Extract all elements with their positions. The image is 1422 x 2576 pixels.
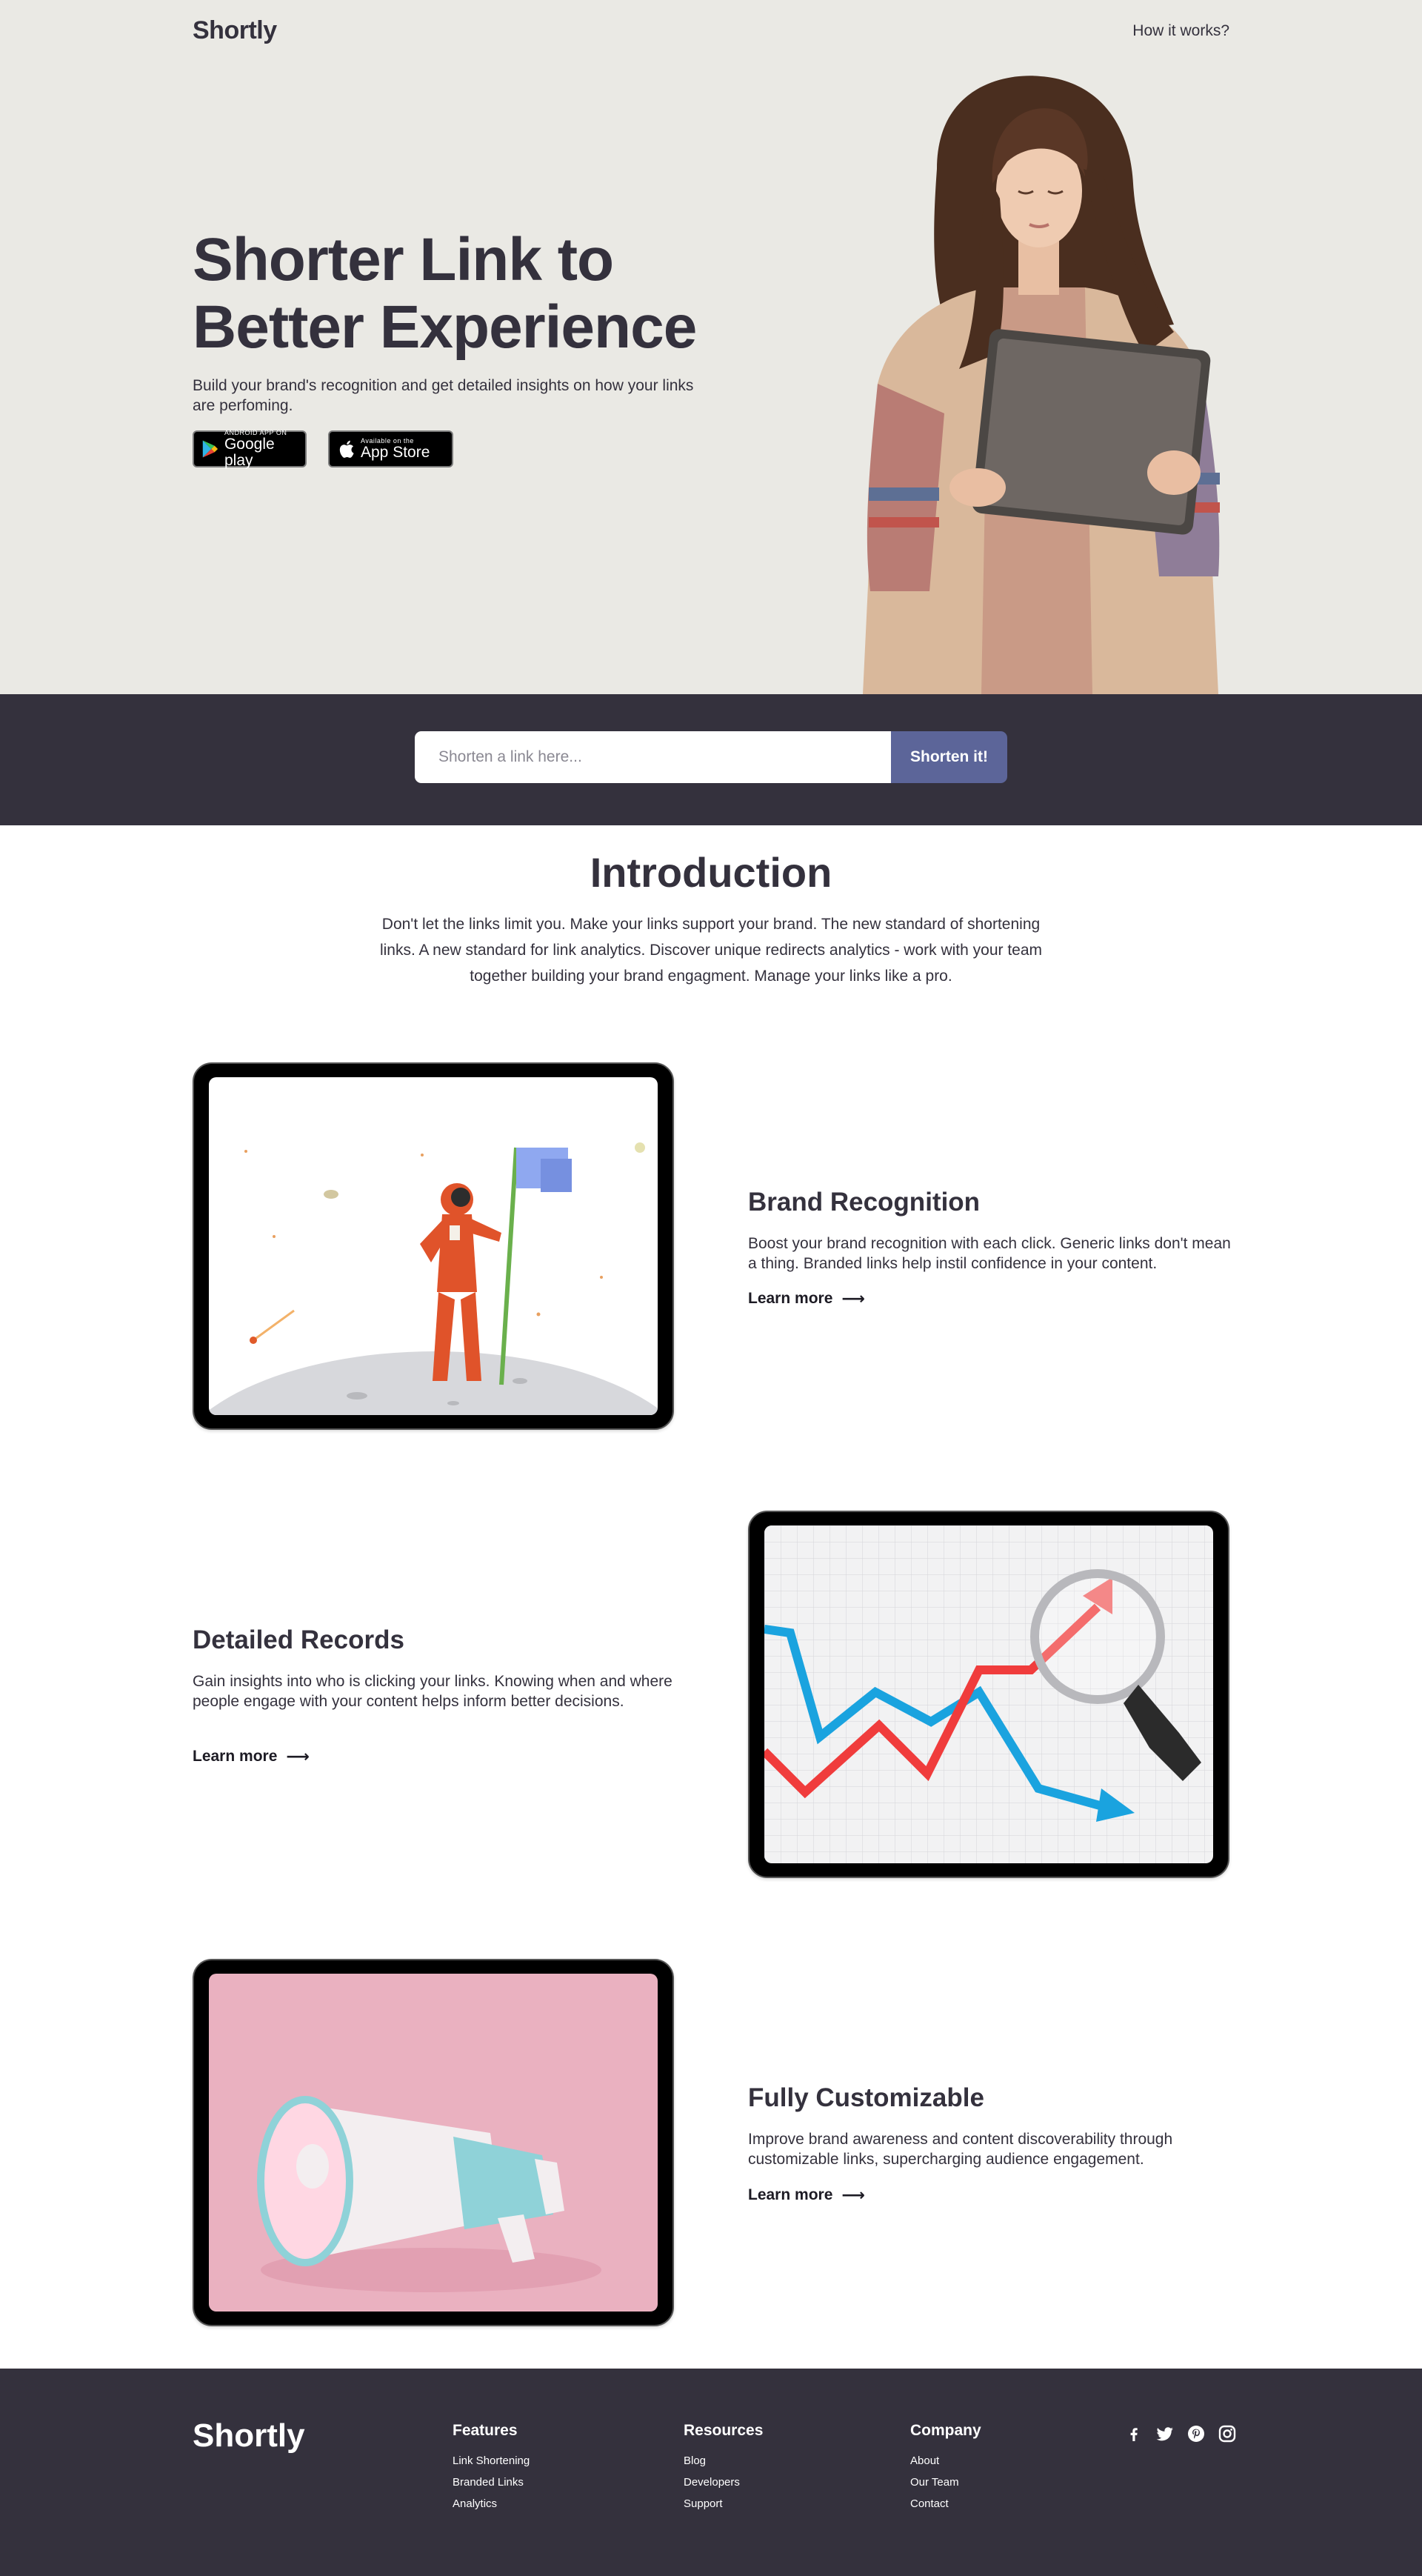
feature-text-detailed-records: Gain insights into who is clicking your … — [193, 1673, 672, 1710]
arrow-right-icon: ⟶ — [286, 1747, 310, 1765]
hero-title: Shorter Link to Better Experience — [193, 226, 697, 361]
pinterest-icon[interactable] — [1187, 2425, 1205, 2443]
shorten-link-input[interactable] — [415, 731, 891, 783]
footer-link-blog[interactable]: Blog — [684, 2450, 763, 2472]
footer-logo[interactable]: Shortly — [193, 2417, 305, 2454]
instagram-icon[interactable] — [1218, 2425, 1236, 2443]
tablet-analytics — [748, 1511, 1229, 1878]
shorten-section: Shorten it! — [0, 694, 1422, 825]
footer-column-company: Company About Our Team Contact — [910, 2422, 981, 2515]
footer-column-title: Features — [453, 2422, 518, 2439]
arrow-right-icon: ⟶ — [841, 1289, 865, 1308]
learn-more-label: Learn more — [748, 1290, 833, 1307]
shorten-button[interactable]: Shorten it! — [891, 731, 1007, 783]
app-store-big: App Store — [361, 444, 430, 461]
learn-more-label: Learn more — [748, 2186, 833, 2203]
footer-link-contact[interactable]: Contact — [910, 2493, 981, 2515]
google-play-icon — [202, 440, 218, 458]
magnifier-chart-image — [764, 1525, 1213, 1863]
footer-column-title: Company — [910, 2422, 981, 2439]
learn-more-link-fully-customizable[interactable]: Learn more ⟶ — [748, 2186, 865, 2205]
intro-title: Introduction — [590, 849, 832, 896]
intro-text: Don't let the links limit you. Make your… — [379, 916, 1043, 985]
twitter-icon[interactable] — [1156, 2425, 1174, 2443]
footer-link-about[interactable]: About — [910, 2450, 981, 2472]
hero-section: Shortly How it works? Shorter Link to Be… — [0, 0, 1422, 694]
woman-with-tablet-image — [863, 76, 1220, 694]
footer-link-support[interactable]: Support — [684, 2493, 763, 2515]
feature-title-detailed-records: Detailed Records — [193, 1625, 404, 1654]
feature-title-brand-recognition: Brand Recognition — [748, 1188, 981, 1217]
footer-link-developers[interactable]: Developers — [684, 2472, 763, 2493]
feature-title-fully-customizable: Fully Customizable — [748, 2083, 984, 2112]
social-links — [1125, 2425, 1236, 2443]
apple-icon — [339, 440, 354, 458]
footer-link-link-shortening[interactable]: Link Shortening — [453, 2450, 530, 2472]
footer-link-branded-links[interactable]: Branded Links — [453, 2472, 530, 2493]
feature-text-brand-recognition: Boost your brand recognition with each c… — [748, 1235, 1231, 1272]
facebook-icon[interactable] — [1125, 2425, 1143, 2443]
learn-more-link-brand-recognition[interactable]: Learn more ⟶ — [748, 1289, 865, 1308]
feature-text-fully-customizable: Improve brand awareness and content disc… — [748, 2131, 1173, 2168]
arrow-right-icon: ⟶ — [841, 2186, 865, 2204]
learn-more-link-detailed-records[interactable]: Learn more ⟶ — [193, 1747, 310, 1766]
tablet-megaphone — [193, 1959, 674, 2326]
tablet-astronaut — [193, 1062, 674, 1430]
nav-how-it-works[interactable]: How it works? — [1132, 22, 1229, 40]
hero-text: Build your brand's recognition and get d… — [193, 377, 694, 414]
google-play-big: Google play — [224, 436, 275, 469]
app-store-button[interactable]: Available on the App Store — [328, 430, 453, 467]
footer-link-our-team[interactable]: Our Team — [910, 2472, 981, 2493]
astronaut-flag-image — [209, 1142, 658, 1415]
google-play-button[interactable]: ANDROID APP ON Google play — [193, 429, 307, 469]
footer-column-resources: Resources Blog Developers Support — [684, 2422, 763, 2515]
logo[interactable]: Shortly — [193, 16, 277, 45]
footer-column-features: Features Link Shortening Branded Links A… — [453, 2422, 530, 2515]
footer-column-title: Resources — [684, 2422, 764, 2439]
footer-link-analytics[interactable]: Analytics — [453, 2493, 530, 2515]
footer: Shortly Features Link Shortening Branded… — [0, 2369, 1422, 2576]
learn-more-label: Learn more — [193, 1748, 278, 1765]
megaphone-image — [257, 2096, 601, 2292]
